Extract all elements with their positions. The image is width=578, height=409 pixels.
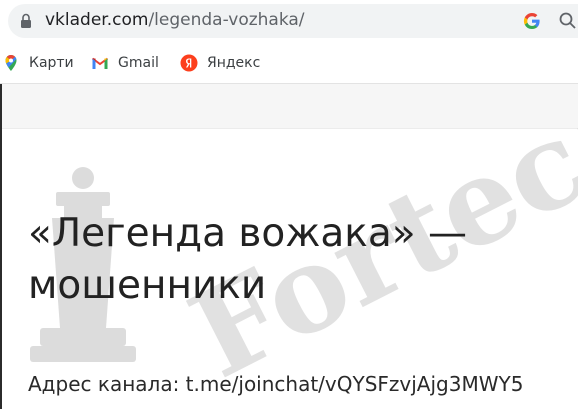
bookmark-gmail[interactable]: Gmail xyxy=(91,52,159,74)
google-lens-icon[interactable] xyxy=(522,11,542,31)
page-left-edge xyxy=(0,84,2,409)
article-title: «Легенда вожака» — мошенники xyxy=(28,211,468,308)
bookmark-maps[interactable]: Карти xyxy=(2,52,74,74)
google-maps-icon xyxy=(5,54,17,71)
zoom-icon[interactable] xyxy=(558,11,578,31)
gmail-icon xyxy=(91,57,109,69)
site-header-band xyxy=(0,84,578,129)
bookmark-maps-label: Карти xyxy=(29,55,74,71)
bookmarks-bar: Карти Gmail Яндекс xyxy=(0,44,578,82)
channel-address: Адрес канала: t.me/joinchat/vQYSFzvjAjg3… xyxy=(28,372,524,396)
bookmark-yandex-label: Яндекс xyxy=(207,55,261,71)
browser-window: vklader.com/legenda-vozhaka/ Карти Gmail… xyxy=(0,0,578,409)
bookmark-yandex[interactable]: Яндекс xyxy=(180,52,260,74)
url-host: vklader.com xyxy=(45,10,149,30)
browser-toolbar: vklader.com/legenda-vozhaka/ xyxy=(0,0,578,44)
bookmark-gmail-label: Gmail xyxy=(118,55,159,71)
lock-icon[interactable] xyxy=(20,13,32,29)
address-url[interactable]: vklader.com/legenda-vozhaka/ xyxy=(45,9,305,31)
yandex-icon xyxy=(180,54,198,72)
url-path: /legenda-vozhaka/ xyxy=(148,10,305,30)
